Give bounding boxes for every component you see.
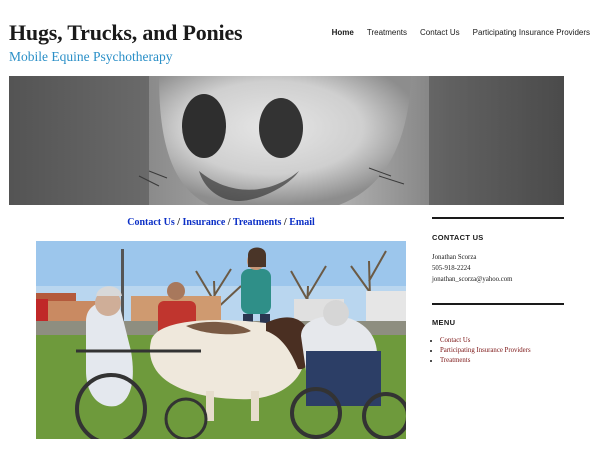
menu-link-insurance-providers[interactable]: Participating Insurance Providers <box>440 347 531 354</box>
main-navigation: Home Treatments Contact Us Participating… <box>332 28 590 37</box>
menu-list: Contact Us Participating Insurance Provi… <box>432 336 564 366</box>
nav-contact-us[interactable]: Contact Us <box>420 28 460 37</box>
list-item: Treatments <box>440 356 564 366</box>
contact-details: Jonathan Scorza 505-918-2224 jonathan_sc… <box>432 252 564 285</box>
quick-links-bar: Contact Us / Insurance / Treatments / Em… <box>36 217 406 228</box>
quick-link-email[interactable]: Email <box>289 217 315 228</box>
menu-widget: MENU Contact Us Participating Insurance … <box>432 303 564 366</box>
quick-link-contact-us[interactable]: Contact Us <box>127 217 175 228</box>
contact-email[interactable]: jonathan_scorza@yahoo.com <box>432 274 564 285</box>
link-separator: / <box>225 217 233 228</box>
menu-link-treatments[interactable]: Treatments <box>440 357 470 364</box>
menu-widget-heading: MENU <box>432 318 456 327</box>
widget-divider <box>432 303 564 305</box>
contact-phone: 505-918-2224 <box>432 265 471 272</box>
contact-widget: CONTACT US Jonathan Scorza 505-918-2224 … <box>432 217 564 285</box>
contact-widget-heading: CONTACT US <box>432 233 484 242</box>
nav-home[interactable]: Home <box>332 28 354 37</box>
quick-link-insurance[interactable]: Insurance <box>183 217 226 228</box>
quick-link-treatments[interactable]: Treatments <box>233 217 282 228</box>
header-horse-nose-image <box>9 76 564 205</box>
menu-link-contact-us[interactable]: Contact Us <box>440 337 470 344</box>
nav-insurance-providers[interactable]: Participating Insurance Providers <box>473 28 590 37</box>
link-separator: / <box>174 217 183 228</box>
list-item: Contact Us <box>440 336 564 346</box>
site-description: Mobile Equine Psychotherapy <box>9 49 173 64</box>
contact-name: Jonathan Scorza <box>432 254 477 261</box>
widget-divider <box>432 217 564 219</box>
list-item: Participating Insurance Providers <box>440 346 564 356</box>
therapy-pony-photo <box>36 241 406 439</box>
nav-treatments[interactable]: Treatments <box>367 28 407 37</box>
site-title[interactable]: Hugs, Trucks, and Ponies <box>9 20 243 46</box>
